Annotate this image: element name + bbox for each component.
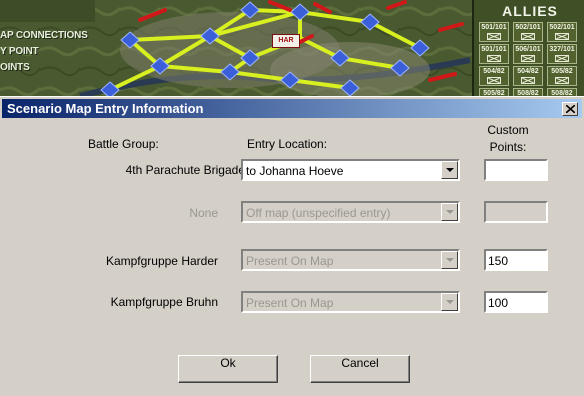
entry-location-value: Present On Map	[246, 296, 334, 310]
infantry-unit-icon	[521, 55, 535, 62]
unit-tile[interactable]: 502/101	[547, 22, 577, 42]
infantry-unit-icon	[487, 55, 501, 62]
infantry-unit-icon	[487, 33, 501, 40]
battle-group-label: 4th Parachute Brigade	[125, 163, 245, 177]
dropdown-arrow-icon	[441, 203, 458, 221]
close-button[interactable]	[562, 102, 578, 116]
ok-button[interactable]: Ok	[178, 355, 278, 383]
unit-tile-label: 505/82	[551, 68, 573, 75]
infantry-unit-icon	[555, 55, 569, 62]
custom-points-input[interactable]: 100	[484, 291, 548, 313]
unit-tile-label: 506/101	[515, 46, 541, 53]
map-legend-entry-point: Y POINT	[0, 46, 39, 57]
infantry-unit-icon	[521, 33, 535, 40]
unit-tile-label: 504/82	[517, 68, 539, 75]
close-icon	[566, 105, 575, 113]
unit-tile-label: 502/101	[515, 24, 541, 31]
infantry-unit-icon	[555, 77, 569, 84]
battle-group-label: Kampfgruppe Bruhn	[110, 295, 218, 309]
unit-tile-label: 501/101	[481, 46, 507, 53]
unit-tile[interactable]: 504/82	[513, 66, 543, 86]
infantry-unit-icon	[487, 77, 501, 84]
city-marker: HAR	[272, 34, 300, 48]
custom-points-input	[484, 201, 548, 223]
unit-tile[interactable]: 501/101	[479, 22, 509, 42]
entry-location-select: Present On Map	[241, 291, 460, 313]
unit-tile-label: 504/82	[483, 68, 505, 75]
custom-points-value: 100	[488, 296, 509, 310]
unit-tile-label: 327/101	[549, 46, 575, 53]
entry-location-select[interactable]: to Johanna Hoeve	[241, 159, 460, 181]
dialog-title: Scenario Map Entry Information	[7, 101, 204, 116]
custom-points-header-line1: Custom	[487, 123, 529, 137]
allies-panel: ALLIES 501/101 501/101 502/101 506/101 5…	[472, 0, 584, 108]
unit-tile[interactable]: 501/101	[479, 44, 509, 64]
dropdown-arrow-icon	[441, 251, 458, 269]
unit-tile[interactable]: 504/82	[479, 66, 509, 86]
entry-location-header: Entry Location:	[247, 137, 328, 151]
entry-location-value: Off map (unspecified entry)	[246, 206, 391, 220]
unit-tile[interactable]: 327/101	[547, 44, 577, 64]
map-legend-points: OINTS	[0, 62, 30, 73]
battle-group-label: None	[189, 206, 218, 220]
infantry-unit-icon	[555, 33, 569, 40]
unit-tile-label: 502/101	[549, 24, 575, 31]
scenario-entry-dialog: Scenario Map Entry Information Battle Gr…	[0, 96, 584, 396]
battle-group-label: Kampfgruppe Harder	[105, 254, 218, 268]
entry-location-value: to Johanna Hoeve	[246, 164, 344, 178]
entry-location-select: Present On Map	[241, 249, 460, 271]
custom-points-input[interactable]	[484, 159, 548, 181]
allies-panel-title: ALLIES	[502, 3, 558, 19]
custom-points-value: 150	[488, 254, 509, 268]
unit-tile-label: 501/101	[481, 24, 507, 31]
dropdown-arrow-icon	[441, 293, 458, 311]
entry-location-value: Present On Map	[246, 254, 334, 268]
map-legend-connections: AP CONNECTIONS	[0, 30, 88, 41]
custom-points-input[interactable]: 150	[484, 249, 548, 271]
unit-tile[interactable]: 502/101	[513, 22, 543, 42]
unit-tile[interactable]: 505/82	[547, 66, 577, 86]
battle-group-header: Battle Group:	[88, 137, 159, 151]
infantry-unit-icon	[521, 77, 535, 84]
unit-tile[interactable]: 506/101	[513, 44, 543, 64]
dropdown-arrow-icon[interactable]	[441, 161, 458, 179]
dialog-titlebar[interactable]: Scenario Map Entry Information	[2, 99, 582, 118]
custom-points-header-line2: Points:	[489, 140, 527, 154]
cancel-button[interactable]: Cancel	[310, 355, 410, 383]
entry-location-select: Off map (unspecified entry)	[241, 201, 460, 223]
